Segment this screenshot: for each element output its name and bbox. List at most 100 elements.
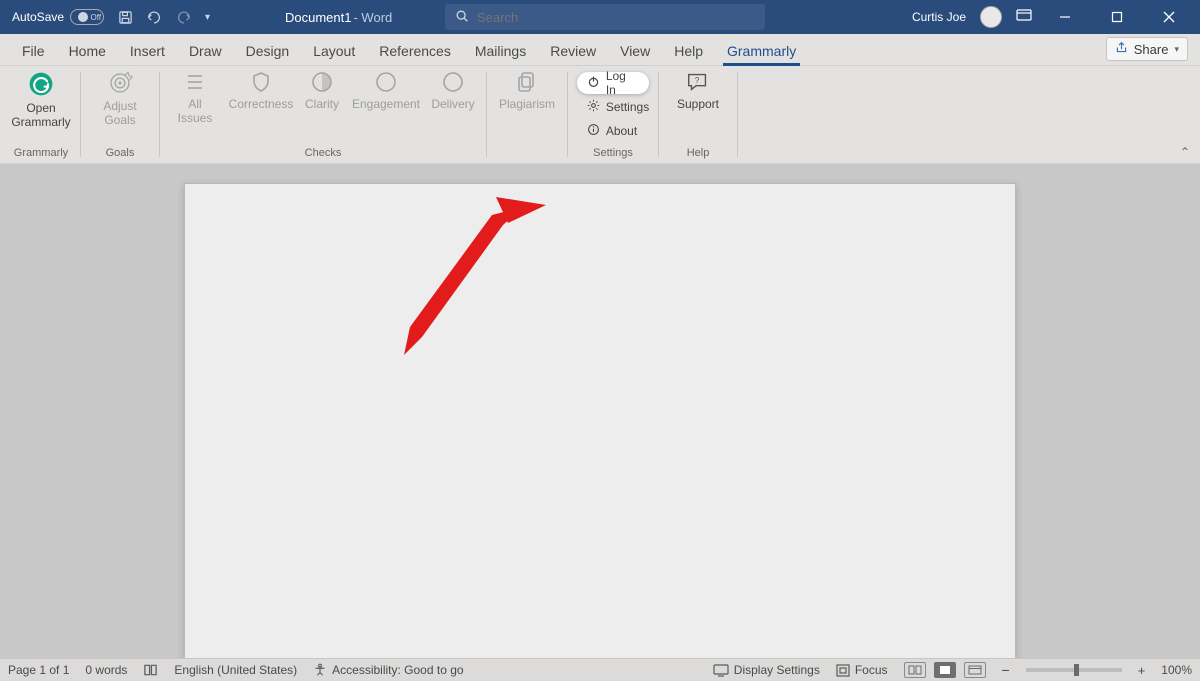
tab-insert[interactable]: Insert bbox=[118, 37, 177, 65]
tab-review[interactable]: Review bbox=[538, 37, 608, 65]
tab-home[interactable]: Home bbox=[57, 37, 118, 65]
tab-help[interactable]: Help bbox=[662, 37, 715, 65]
power-icon bbox=[587, 75, 600, 91]
zoom-percent[interactable]: 100% bbox=[1161, 663, 1192, 677]
minimize-button[interactable] bbox=[1046, 0, 1084, 34]
book-icon bbox=[143, 663, 158, 677]
search-box[interactable] bbox=[445, 4, 765, 30]
display-settings-button[interactable]: Display Settings bbox=[713, 663, 820, 677]
status-bar: Page 1 of 1 0 words English (United Stat… bbox=[0, 658, 1200, 681]
quick-access-toolbar: ▾ bbox=[118, 10, 210, 25]
focus-button[interactable]: Focus bbox=[836, 663, 888, 677]
user-name[interactable]: Curtis Joe bbox=[912, 10, 966, 24]
chevron-down-icon: ▾ bbox=[1174, 44, 1179, 55]
zoom-out-button[interactable]: − bbox=[1002, 662, 1010, 678]
about-label: About bbox=[606, 124, 637, 138]
copy-icon bbox=[515, 70, 539, 94]
group-settings-label: Settings bbox=[593, 147, 633, 163]
circle-icon bbox=[374, 70, 398, 94]
status-page[interactable]: Page 1 of 1 bbox=[8, 663, 69, 677]
settings-button[interactable]: Settings bbox=[577, 96, 649, 118]
settings-label: Settings bbox=[606, 100, 649, 114]
tab-layout[interactable]: Layout bbox=[301, 37, 367, 65]
app-suffix: - Word bbox=[353, 10, 392, 25]
correctness-label: Correctness bbox=[229, 98, 294, 112]
group-checks: All Issues Correctness Clarity Engagemen… bbox=[164, 66, 482, 163]
annotation-arrow-icon bbox=[398, 197, 558, 357]
ribbon-tabs: File Home Insert Draw Design Layout Refe… bbox=[0, 34, 1200, 66]
separator-icon bbox=[486, 72, 487, 157]
all-issues-label: All Issues bbox=[170, 98, 220, 126]
open-grammarly-label: Open Grammarly bbox=[11, 102, 70, 130]
read-mode-button[interactable] bbox=[904, 662, 926, 678]
login-button[interactable]: Log In bbox=[577, 72, 649, 94]
zoom-slider[interactable] bbox=[1026, 668, 1122, 672]
all-issues-button[interactable]: All Issues bbox=[170, 70, 220, 126]
grammarly-icon bbox=[27, 70, 55, 98]
target-icon bbox=[107, 70, 133, 96]
tab-file[interactable]: File bbox=[10, 37, 57, 65]
autosave-label: AutoSave bbox=[12, 10, 64, 24]
redo-icon[interactable] bbox=[175, 10, 193, 25]
tab-grammarly[interactable]: Grammarly bbox=[715, 37, 808, 65]
share-icon bbox=[1115, 41, 1128, 57]
qat-customize-icon[interactable]: ▾ bbox=[205, 12, 210, 23]
tab-design[interactable]: Design bbox=[234, 37, 302, 65]
status-words[interactable]: 0 words bbox=[85, 663, 127, 677]
save-icon[interactable] bbox=[118, 10, 133, 25]
group-grammarly-label: Grammarly bbox=[14, 147, 68, 163]
status-spellcheck[interactable] bbox=[143, 663, 158, 677]
ribbon: Open Grammarly Grammarly Adjust Goals Go… bbox=[0, 66, 1200, 164]
adjust-goals-label: Adjust Goals bbox=[91, 100, 149, 128]
clarity-button[interactable]: Clarity bbox=[302, 70, 342, 112]
tab-references[interactable]: References bbox=[367, 37, 463, 65]
autosave-switch-off[interactable]: Off bbox=[70, 9, 104, 25]
zoom-thumb[interactable] bbox=[1074, 664, 1079, 676]
undo-icon[interactable] bbox=[145, 10, 163, 25]
autosave-state: Off bbox=[91, 13, 102, 22]
close-button[interactable] bbox=[1150, 0, 1188, 34]
focus-icon bbox=[836, 664, 850, 677]
engagement-label: Engagement bbox=[352, 98, 420, 112]
search-input[interactable] bbox=[477, 10, 755, 25]
plagiarism-button[interactable]: Plagiarism bbox=[498, 70, 556, 112]
ribbon-display-options-icon[interactable] bbox=[1016, 9, 1032, 26]
maximize-button[interactable] bbox=[1098, 0, 1136, 34]
group-plagiarism: Plagiarism bbox=[491, 66, 563, 163]
gear-icon bbox=[587, 99, 600, 115]
user-avatar[interactable] bbox=[980, 6, 1002, 28]
collapse-ribbon-icon[interactable]: ⌃ bbox=[1180, 145, 1190, 159]
correctness-button[interactable]: Correctness bbox=[230, 70, 292, 112]
separator-icon bbox=[80, 72, 81, 157]
share-button[interactable]: Share ▾ bbox=[1106, 37, 1188, 61]
separator-icon bbox=[658, 72, 659, 157]
adjust-goals-button[interactable]: Adjust Goals bbox=[91, 70, 149, 128]
zoom-in-button[interactable]: + bbox=[1138, 663, 1146, 678]
view-switcher bbox=[904, 662, 986, 678]
about-button[interactable]: About bbox=[577, 120, 649, 142]
accessibility-label: Accessibility: Good to go bbox=[332, 663, 463, 677]
tab-view[interactable]: View bbox=[608, 37, 662, 65]
login-label: Log In bbox=[606, 69, 635, 97]
status-language[interactable]: English (United States) bbox=[174, 663, 297, 677]
circle-icon bbox=[441, 70, 465, 94]
delivery-label: Delivery bbox=[431, 98, 474, 112]
group-settings: Log In Settings About Settings bbox=[572, 66, 654, 163]
tab-mailings[interactable]: Mailings bbox=[463, 37, 538, 65]
open-grammarly-button[interactable]: Open Grammarly bbox=[12, 70, 70, 130]
clarity-label: Clarity bbox=[305, 98, 339, 112]
status-accessibility[interactable]: Accessibility: Good to go bbox=[313, 663, 463, 677]
chat-help-icon: ? bbox=[685, 70, 711, 94]
delivery-button[interactable]: Delivery bbox=[430, 70, 476, 112]
document-page[interactable] bbox=[184, 183, 1016, 658]
print-layout-button[interactable] bbox=[934, 662, 956, 678]
engagement-button[interactable]: Engagement bbox=[352, 70, 420, 112]
support-button[interactable]: ? Support bbox=[669, 70, 727, 112]
group-checks-label: Checks bbox=[305, 147, 342, 163]
separator-icon bbox=[159, 72, 160, 157]
monitor-icon bbox=[713, 664, 729, 677]
autosave-toggle[interactable]: AutoSave Off bbox=[12, 9, 104, 25]
document-name: Document1 bbox=[285, 10, 351, 25]
tab-draw[interactable]: Draw bbox=[177, 37, 234, 65]
web-layout-button[interactable] bbox=[964, 662, 986, 678]
